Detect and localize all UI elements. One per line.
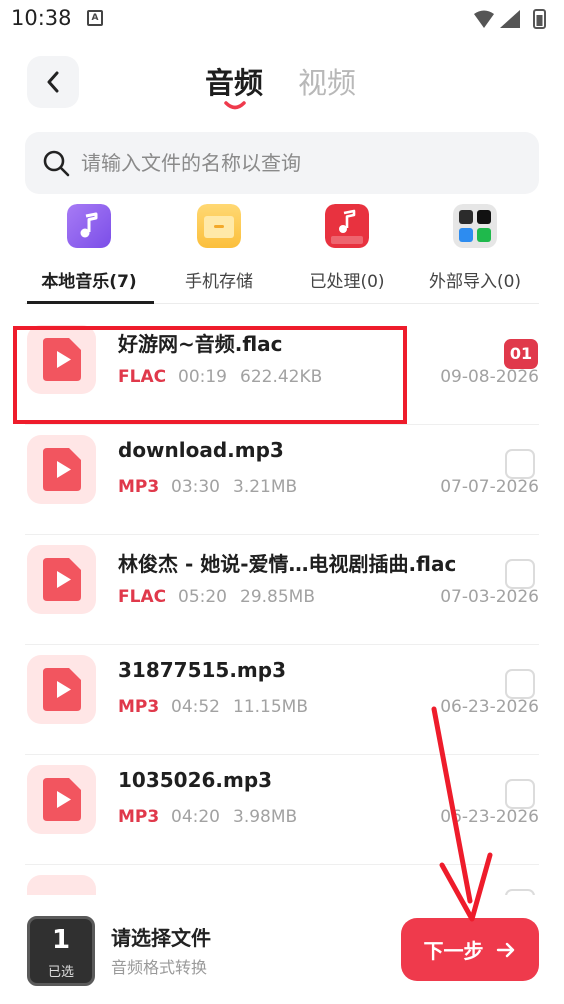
audio-file-icon [27, 765, 96, 834]
bottom-title: 请选择文件 [111, 926, 211, 950]
source-tab-processed[interactable]: 已处理(0) [282, 204, 412, 296]
signal-icon [500, 10, 520, 28]
file-row[interactable]: download.mp3 MP3 03:30 3.21MB 07-07-2026 [25, 425, 539, 535]
file-duration: 04:52 [171, 697, 220, 717]
tab-audio[interactable]: 音频 [205, 60, 263, 102]
notification-a-icon: A [87, 10, 103, 26]
file-name: 1035026.mp3 [118, 768, 273, 792]
bottom-subtitle: 音频格式转换 [111, 958, 208, 977]
file-format: MP3 [118, 807, 160, 827]
file-checkbox[interactable] [505, 449, 535, 479]
next-step-button[interactable]: 下一步 [401, 918, 539, 981]
file-size: 29.85MB [240, 587, 315, 607]
search-bar [25, 132, 539, 194]
audio-file-icon [27, 545, 96, 614]
source-tab-label: 已处理(0) [309, 272, 385, 292]
file-checkbox[interactable] [505, 669, 535, 699]
active-source-indicator [27, 301, 154, 304]
chevron-left-icon [47, 71, 59, 93]
file-name: download.mp3 [118, 438, 284, 462]
source-tab-label: 本地音乐(7) [41, 272, 137, 292]
source-tab-phone-storage[interactable]: 手机存储 [154, 204, 284, 296]
back-button[interactable] [27, 56, 79, 108]
file-date: 07-07-2026 [440, 477, 539, 497]
file-format: MP3 [118, 477, 160, 497]
music-note-icon [67, 204, 111, 248]
mp3-converted-icon [325, 204, 369, 248]
selected-count-box[interactable]: 1 已选 [27, 916, 95, 986]
highlight-box [13, 326, 407, 424]
bottom-bar: 1 已选 请选择文件 音频格式转换 下一步 [0, 895, 564, 1004]
file-duration: 05:20 [178, 587, 227, 607]
file-size: 3.21MB [233, 477, 298, 497]
tab-video[interactable]: 视频 [298, 60, 356, 102]
file-row[interactable]: 31877515.mp3 MP3 04:52 11.15MB 06-23-202… [25, 645, 539, 755]
search-input[interactable] [81, 132, 521, 194]
file-format: FLAC [118, 587, 167, 607]
folder-icon [197, 204, 241, 248]
source-tab-local-music[interactable]: 本地音乐(7) [24, 204, 154, 296]
status-icons [474, 9, 546, 29]
file-date: 06-23-2026 [440, 807, 539, 827]
file-name: 31877515.mp3 [118, 658, 286, 682]
file-row[interactable]: 林俊杰 - 她说-爱情…电视剧插曲.flac FLAC 05:20 29.85M… [25, 535, 539, 645]
app-grid-icon [453, 204, 497, 248]
arrow-right-icon [497, 942, 515, 957]
selected-label: 已选 [47, 965, 74, 980]
status-time: 10:38 [11, 6, 72, 30]
source-tab-external-import[interactable]: 外部导入(0) [410, 204, 540, 296]
file-checkbox[interactable] [505, 559, 535, 589]
file-duration: 04:20 [171, 807, 220, 827]
search-icon [43, 150, 70, 177]
file-size: 11.15MB [233, 697, 308, 717]
file-date: 07-03-2026 [440, 587, 539, 607]
wifi-icon [474, 10, 494, 28]
file-size: 3.98MB [233, 807, 298, 827]
status-bar: 10:38 A [0, 0, 564, 38]
audio-file-icon [27, 655, 96, 724]
file-checkbox-selected[interactable]: 01 [504, 339, 538, 369]
file-checkbox[interactable] [505, 779, 535, 809]
file-date: 09-08-2026 [440, 367, 539, 387]
audio-file-icon [27, 435, 96, 504]
file-name: 林俊杰 - 她说-爱情…电视剧插曲.flac [118, 552, 457, 576]
file-date: 06-23-2026 [440, 697, 539, 717]
active-tab-indicator [224, 101, 246, 110]
file-duration: 03:30 [171, 477, 220, 497]
file-format: MP3 [118, 697, 160, 717]
source-tab-label: 手机存储 [185, 272, 253, 292]
selected-count: 1 [51, 925, 71, 955]
next-step-label: 下一步 [423, 939, 484, 963]
file-row[interactable]: 1035026.mp3 MP3 04:20 3.98MB 06-23-2026 [25, 755, 539, 865]
source-tab-label: 外部导入(0) [428, 272, 522, 292]
